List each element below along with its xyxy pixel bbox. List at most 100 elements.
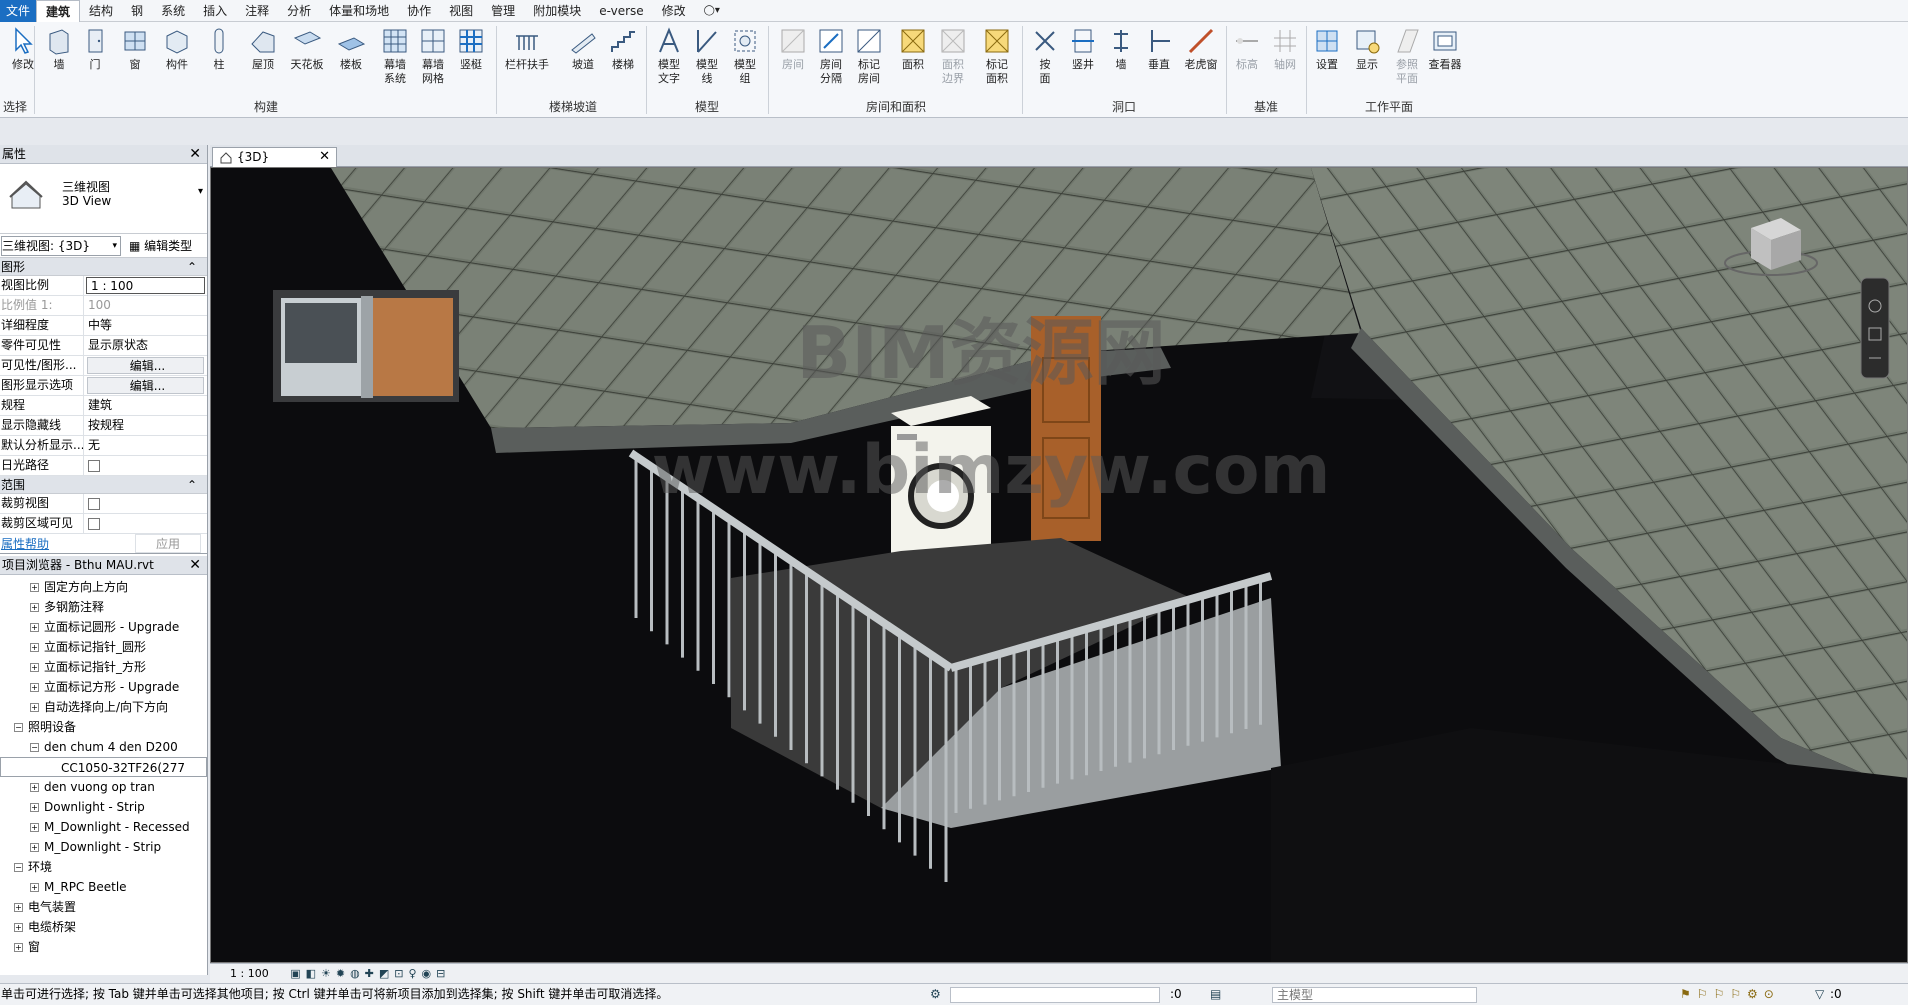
tree-item[interactable]: + 自动选择向上/向下方向 xyxy=(0,697,207,717)
vertical-opening-button[interactable]: 垂直 xyxy=(1136,26,1182,72)
tab-3d-view[interactable]: {3D} ✕ xyxy=(212,147,337,167)
edit-type-button[interactable]: ▦ 编辑类型 xyxy=(129,237,192,254)
expand-icon[interactable]: + xyxy=(30,683,39,692)
tree-item[interactable]: CC1050-32TF26(277 xyxy=(0,757,207,777)
model-dropdown[interactable]: 主模型 xyxy=(1272,987,1477,1003)
type-selector[interactable]: 三维视图 3D View ▾ xyxy=(0,164,207,234)
navigation-bar[interactable] xyxy=(1860,277,1890,379)
component-button[interactable]: 构件 xyxy=(154,26,200,72)
view-scale[interactable]: 1 : 100 xyxy=(230,967,269,980)
viewer-button[interactable]: 查看器 xyxy=(1422,26,1468,72)
close-icon[interactable]: ✕ xyxy=(189,145,201,164)
tab-insert[interactable]: 插入 xyxy=(194,0,236,22)
expand-icon[interactable]: + xyxy=(30,843,39,852)
expand-icon[interactable]: − xyxy=(14,863,23,872)
tag-room-button[interactable]: 标记 房间 xyxy=(846,26,892,86)
expand-icon[interactable]: + xyxy=(30,583,39,592)
property-value[interactable]: 无 xyxy=(84,436,207,455)
tree-item[interactable]: + 立面标记指针_方形 xyxy=(0,657,207,677)
tab-everse[interactable]: e-verse xyxy=(590,0,652,22)
expand-icon[interactable]: + xyxy=(30,623,39,632)
expand-icon[interactable]: + xyxy=(14,903,23,912)
tab-massing[interactable]: 体量和场地 xyxy=(320,0,398,22)
checkbox[interactable] xyxy=(88,498,100,510)
expand-icon[interactable]: + xyxy=(30,703,39,712)
tree-item[interactable]: + 立面标记指针_圆形 xyxy=(0,637,207,657)
tree-item[interactable]: + den vuong op tran xyxy=(0,777,207,797)
tab-view[interactable]: 视图 xyxy=(440,0,482,22)
tab-manage[interactable]: 管理 xyxy=(482,0,524,22)
property-row[interactable]: 视图比例 1 : 100 xyxy=(0,276,207,296)
property-value[interactable]: 中等 xyxy=(84,316,207,335)
apply-button[interactable]: 应用 xyxy=(134,534,201,553)
3d-viewport[interactable]: BIM资源网 www.bimzyw.com xyxy=(210,167,1908,963)
property-value[interactable] xyxy=(84,514,207,533)
property-row[interactable]: 规程 建筑 xyxy=(0,396,207,416)
expand-icon[interactable]: + xyxy=(14,923,23,932)
expand-icon[interactable]: + xyxy=(30,603,39,612)
workset-dropdown[interactable] xyxy=(950,987,1160,1003)
expand-icon[interactable]: − xyxy=(30,743,39,752)
tree-item[interactable]: + 立面标记圆形 - Upgrade xyxy=(0,617,207,637)
worksets-icon[interactable]: ⚙ xyxy=(930,984,941,1005)
tree-item[interactable]: + 多钢筋注释 xyxy=(0,597,207,617)
tree-item[interactable]: + 固定方向上方向 xyxy=(0,577,207,597)
filter-icon[interactable]: ▽ xyxy=(1815,984,1824,1005)
tab-collaborate[interactable]: 协作 xyxy=(398,0,440,22)
expand-icon[interactable]: + xyxy=(30,823,39,832)
panel-room-area-label[interactable]: 房间和面积 xyxy=(770,98,1022,115)
properties-help-link[interactable]: 属性帮助 xyxy=(1,535,49,552)
tree-item[interactable]: − 照明设备 xyxy=(0,717,207,737)
tab-modify[interactable]: 修改 xyxy=(653,0,695,22)
area-boundary-button[interactable]: 面积 边界 xyxy=(930,26,976,86)
tree-item[interactable]: + 电缆桥架 xyxy=(0,917,207,937)
tab-architecture[interactable]: 建筑 xyxy=(36,0,81,22)
property-row[interactable]: 裁剪区域可见 xyxy=(0,514,207,534)
window-button[interactable]: 窗 xyxy=(112,26,158,72)
tree-item[interactable]: + 窗 xyxy=(0,937,207,957)
tree-item[interactable]: + 电气装置 xyxy=(0,897,207,917)
expand-icon[interactable]: + xyxy=(14,943,23,952)
expand-icon[interactable]: + xyxy=(30,803,39,812)
tree-item[interactable]: − 环境 xyxy=(0,857,207,877)
expand-icon[interactable]: + xyxy=(30,663,39,672)
property-value[interactable]: 显示原状态 xyxy=(84,336,207,355)
view-instance-dropdown[interactable]: 三维视图: {3D} ▾ xyxy=(1,235,121,256)
tab-analyze[interactable]: 分析 xyxy=(278,0,320,22)
tree-item[interactable]: + M_Downlight - Strip xyxy=(0,837,207,857)
property-value[interactable] xyxy=(84,456,207,475)
floor-button[interactable]: 楼板 xyxy=(328,26,374,72)
expand-icon[interactable]: + xyxy=(30,643,39,652)
property-row[interactable]: 日光路径 xyxy=(0,456,207,476)
tag-area-button[interactable]: 标记 面积 xyxy=(974,26,1020,86)
property-row[interactable]: 比例值 1: 100 xyxy=(0,296,207,316)
selection-toggle-icons[interactable]: ⚑⚐⚐⚐⚙⊙ xyxy=(1680,984,1780,1005)
tab-annotate[interactable]: 注释 xyxy=(236,0,278,22)
property-row[interactable]: 图形显示选项 编辑... xyxy=(0,376,207,396)
tree-item[interactable]: + Downlight - Strip xyxy=(0,797,207,817)
property-value[interactable]: 建筑 xyxy=(84,396,207,415)
tree-item[interactable]: + 立面标记方形 - Upgrade xyxy=(0,677,207,697)
dormer-button[interactable]: 老虎窗 xyxy=(1178,26,1224,72)
group-extents[interactable]: 范围 ⌃ xyxy=(0,476,207,494)
tab-systems[interactable]: 系统 xyxy=(152,0,194,22)
checkbox[interactable] xyxy=(88,460,100,472)
select-dropdown[interactable]: 选择 xyxy=(0,98,30,115)
grid-button[interactable]: 轴网 xyxy=(1262,26,1308,72)
close-icon[interactable]: ✕ xyxy=(319,148,330,166)
expand-icon[interactable]: + xyxy=(30,883,39,892)
tab-steel[interactable]: 钢 xyxy=(122,0,152,22)
property-value[interactable] xyxy=(84,494,207,513)
tab-structure[interactable]: 结构 xyxy=(80,0,122,22)
view-control-icons[interactable]: ▣◧☀✹◍✚◩⊡♀◉⊟ xyxy=(290,967,450,980)
property-value[interactable]: 按规程 xyxy=(84,416,207,435)
tab-addins[interactable]: 附加模块 xyxy=(524,0,590,22)
group-graphics[interactable]: 图形 ⌃ xyxy=(0,258,207,276)
property-value[interactable]: 编辑... xyxy=(87,357,204,374)
property-row[interactable]: 裁剪视图 xyxy=(0,494,207,514)
property-value[interactable]: 1 : 100 xyxy=(86,277,205,294)
expand-icon[interactable]: + xyxy=(30,783,39,792)
property-value[interactable]: 100 xyxy=(84,296,207,315)
property-value[interactable]: 编辑... xyxy=(87,377,204,394)
property-row[interactable]: 零件可见性 显示原状态 xyxy=(0,336,207,356)
